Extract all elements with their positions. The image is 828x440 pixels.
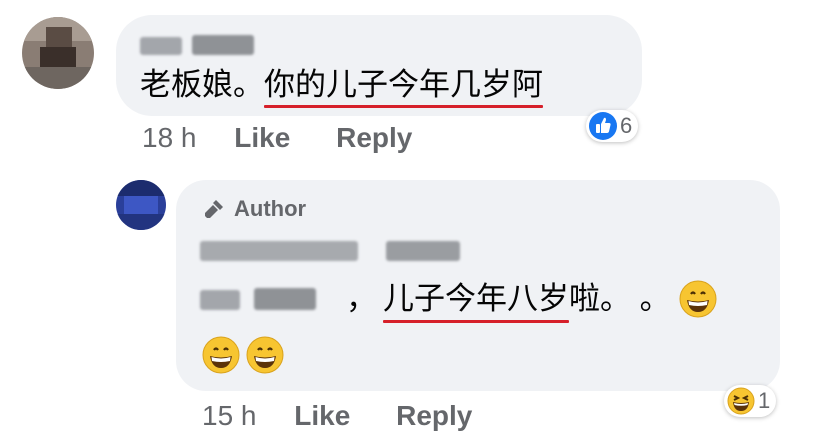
comment-timestamp[interactable]: 18 h <box>142 122 197 153</box>
reply-text-prefix: ， <box>346 281 377 316</box>
reply-text-line: ， 儿子今年八岁 啦。 。 <box>200 280 717 323</box>
comment-bubble: 老板娘。你的儿子今年几岁阿 <box>116 15 642 116</box>
author-avatar[interactable] <box>116 180 166 230</box>
grinning-emoji-icon <box>679 280 717 318</box>
comment-reaction-badge[interactable]: 6 <box>586 110 639 142</box>
comment-text-prefix: 老板娘。 <box>140 67 264 102</box>
author-badge: Author <box>202 196 306 222</box>
grinning-emoji-icon <box>246 336 284 374</box>
microphone-icon <box>202 197 226 221</box>
comment-reaction-count: 6 <box>620 113 633 138</box>
reply-emoji-row <box>202 336 284 374</box>
reply-meta: 15 h Like Reply <box>202 400 472 432</box>
reply-reaction-count: 1 <box>758 388 771 413</box>
reply-reply-button[interactable]: Reply <box>396 400 472 431</box>
mentioned-user-blurred[interactable] <box>200 284 320 314</box>
reply-like-button[interactable]: Like <box>294 400 350 431</box>
comment-like-button[interactable]: Like <box>234 122 290 153</box>
reply-bubble: Author ， 儿子今年八岁 啦。 。 <box>176 180 780 391</box>
comment-meta: 18 h Like Reply <box>142 122 412 154</box>
laughing-emoji-icon <box>727 387 755 415</box>
commenter-avatar[interactable] <box>22 17 94 89</box>
grinning-emoji-icon <box>202 336 240 374</box>
reply-text-highlight: 儿子今年八岁 <box>383 281 569 323</box>
comment-text-highlight: 你的儿子今年几岁阿 <box>264 67 543 102</box>
author-name-blurred[interactable] <box>200 238 462 264</box>
reply-text-suffix: 啦。 。 <box>569 281 671 316</box>
author-badge-label: Author <box>234 196 307 221</box>
comment-text: 老板娘。你的儿子今年几岁阿 <box>140 67 543 103</box>
reply-reaction-badge[interactable]: 1 <box>724 385 777 417</box>
reply-timestamp[interactable]: 15 h <box>202 400 257 431</box>
comment-reply-button[interactable]: Reply <box>336 122 412 153</box>
like-icon <box>589 112 617 140</box>
commenter-name-blurred[interactable] <box>140 35 256 57</box>
